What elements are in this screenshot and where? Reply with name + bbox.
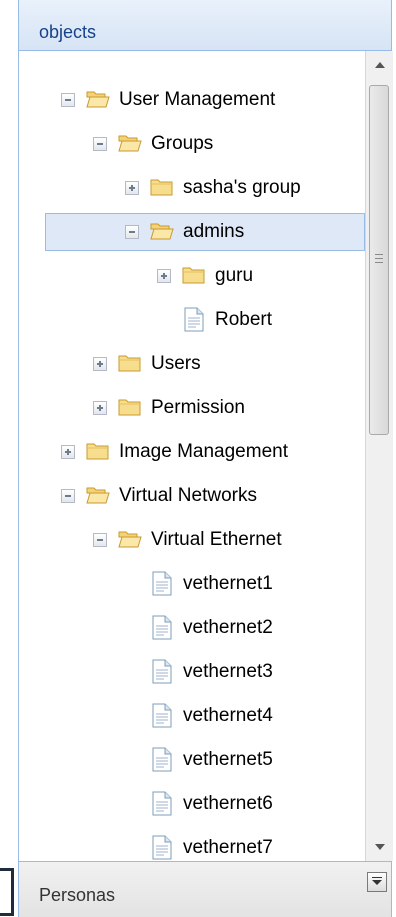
tree-node[interactable]: vethernet7 bbox=[19, 826, 365, 861]
tree-node-label: vethernet2 bbox=[183, 617, 273, 638]
vertical-scrollbar[interactable] bbox=[365, 51, 393, 861]
tree-node-label: Permission bbox=[151, 397, 245, 418]
document-icon bbox=[152, 791, 172, 816]
grip-line bbox=[375, 258, 383, 259]
tree-node-label: sasha's group bbox=[183, 177, 301, 198]
tree-node[interactable]: Image Management bbox=[19, 430, 365, 474]
expand-icon[interactable] bbox=[93, 401, 107, 415]
collapse-icon[interactable] bbox=[61, 489, 75, 503]
expand-icon[interactable] bbox=[125, 181, 139, 195]
document-icon bbox=[184, 307, 204, 332]
tree-node[interactable]: vethernet3 bbox=[19, 650, 365, 694]
tree-node[interactable]: Users bbox=[19, 342, 365, 386]
tree-node[interactable]: vethernet2 bbox=[19, 606, 365, 650]
personas-label: Personas bbox=[39, 885, 116, 905]
dropdown-line bbox=[372, 877, 382, 878]
personas-bar[interactable]: Personas bbox=[19, 861, 391, 917]
tree-node-label: Users bbox=[151, 353, 201, 374]
tree-node-label: vethernet7 bbox=[183, 837, 273, 858]
folder-open-icon bbox=[86, 486, 110, 504]
tree-node[interactable]: User Management bbox=[19, 78, 365, 122]
expand-icon[interactable] bbox=[61, 445, 75, 459]
grip-line bbox=[375, 262, 383, 263]
document-icon bbox=[152, 747, 172, 772]
tree-node[interactable]: vethernet5 bbox=[19, 738, 365, 782]
folder-icon bbox=[118, 398, 142, 416]
tree-node-label: Robert bbox=[215, 309, 273, 330]
panel-title: objects bbox=[39, 22, 97, 42]
folder-icon bbox=[182, 266, 206, 284]
arrow-up-icon bbox=[375, 62, 385, 68]
tree-node[interactable]: Groups bbox=[19, 122, 365, 166]
tree-node-label: vethernet5 bbox=[183, 749, 273, 770]
document-icon bbox=[152, 703, 172, 728]
scrollbar-thumb[interactable] bbox=[369, 85, 389, 435]
collapse-icon[interactable] bbox=[93, 533, 107, 547]
arrow-down-icon bbox=[375, 844, 385, 850]
tree-node-label: User Management bbox=[119, 89, 276, 110]
folder-open-icon bbox=[86, 90, 110, 108]
collapse-icon[interactable] bbox=[125, 225, 139, 239]
tree-node[interactable]: admins bbox=[45, 210, 365, 254]
window-edge-bracket bbox=[0, 868, 14, 916]
tree-node-label: vethernet3 bbox=[183, 661, 273, 682]
tree-node[interactable]: vethernet6 bbox=[19, 782, 365, 826]
panel-header: objects bbox=[19, 0, 391, 51]
tree-node[interactable]: vethernet4 bbox=[19, 694, 365, 738]
document-icon bbox=[152, 615, 172, 640]
collapse-icon[interactable] bbox=[61, 93, 75, 107]
tree-node[interactable]: Virtual Networks bbox=[19, 474, 365, 518]
document-icon bbox=[152, 659, 172, 684]
tree-node[interactable]: vethernet1 bbox=[19, 562, 365, 606]
chevron-down-icon bbox=[372, 880, 382, 885]
document-icon bbox=[152, 835, 172, 860]
tree-node-label: vethernet4 bbox=[183, 705, 273, 726]
object-tree: User Management Groups sasha's group admins… bbox=[19, 51, 365, 861]
expand-icon[interactable] bbox=[157, 269, 171, 283]
collapse-icon[interactable] bbox=[93, 137, 107, 151]
tree-node-label: Virtual Ethernet bbox=[151, 529, 282, 550]
tree-node-label: vethernet1 bbox=[183, 573, 273, 594]
folder-icon bbox=[150, 178, 174, 196]
expand-icon[interactable] bbox=[93, 357, 107, 371]
tree-node[interactable]: sasha's group bbox=[19, 166, 365, 210]
personas-dropdown-button[interactable] bbox=[367, 872, 387, 892]
tree-node-label: vethernet6 bbox=[183, 793, 273, 814]
tree-node-label: Virtual Networks bbox=[119, 485, 257, 506]
document-icon bbox=[152, 571, 172, 596]
tree-node[interactable]: Permission bbox=[19, 386, 365, 430]
folder-open-icon bbox=[118, 134, 142, 152]
folder-open-icon bbox=[118, 530, 142, 548]
tree-node-label: Image Management bbox=[119, 441, 288, 462]
tree-node[interactable]: guru bbox=[19, 254, 365, 298]
grip-line bbox=[375, 254, 383, 255]
tree-node-label: admins bbox=[183, 221, 245, 242]
tree-node-label: guru bbox=[215, 265, 254, 286]
scroll-down-button[interactable] bbox=[366, 833, 393, 861]
scroll-up-button[interactable] bbox=[366, 51, 393, 79]
folder-open-icon bbox=[150, 222, 174, 240]
tree-node-label: Groups bbox=[151, 133, 214, 154]
tree-node[interactable]: Virtual Ethernet bbox=[19, 518, 365, 562]
folder-icon bbox=[118, 354, 142, 372]
tree-node[interactable]: Robert bbox=[19, 298, 365, 342]
objects-panel: objects User Management Groups sasha's gro… bbox=[18, 0, 393, 917]
folder-icon bbox=[86, 442, 110, 460]
